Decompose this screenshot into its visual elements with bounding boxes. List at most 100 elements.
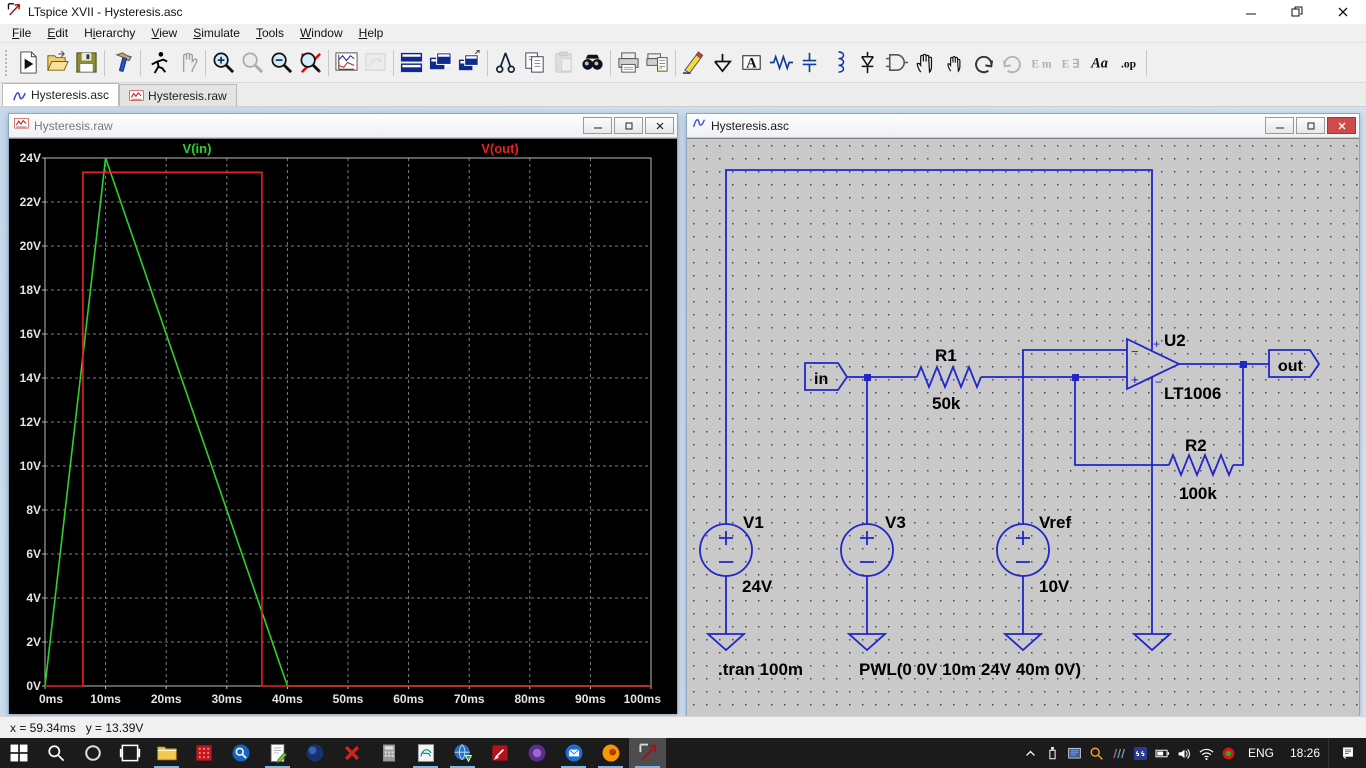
waveform-window[interactable]: Hysteresis.raw 0V 2V 4V 6V 8V 10V 12V 14V 16V 18V…	[8, 113, 678, 714]
taskbar-blue-search-app-icon[interactable]	[222, 738, 259, 768]
trace-label-V(in)[interactable]: V(in)	[183, 141, 212, 156]
ground-button[interactable]	[708, 48, 737, 78]
v3-name[interactable]: V3	[885, 513, 906, 532]
schematic-canvas[interactable]: R1 50k R2 100k U2 LT1006 V1 24V V3 Vref …	[687, 139, 1359, 716]
menu-help[interactable]: Help	[351, 25, 392, 41]
drag-button[interactable]	[940, 48, 969, 78]
waveform-plot-area[interactable]: 0V 2V 4V 6V 8V 10V 12V 14V 16V 18V 20V 22V 24V 0ms 10m…	[9, 138, 677, 714]
vref-value[interactable]: 10V	[1039, 577, 1070, 596]
tray-chevron-up-icon[interactable]	[1020, 745, 1042, 762]
port-in-label[interactable]: in	[814, 371, 828, 388]
taskbar-search-icon[interactable]	[37, 738, 74, 768]
tray-quotes-app-icon[interactable]	[1130, 745, 1152, 762]
r1-name[interactable]: R1	[935, 346, 957, 365]
taskbar-red-pencil-app-icon[interactable]	[481, 738, 518, 768]
wire-button[interactable]	[679, 48, 708, 78]
vref-name[interactable]: Vref	[1039, 513, 1071, 532]
open-file-button[interactable]	[43, 48, 72, 78]
cascade-windows-button[interactable]	[426, 48, 455, 78]
zoom-fit-button[interactable]	[296, 48, 325, 78]
move-button[interactable]	[911, 48, 940, 78]
find-button[interactable]	[578, 48, 607, 78]
taskbar-cortana-icon[interactable]	[74, 738, 111, 768]
inductor-button[interactable]	[824, 48, 853, 78]
tile-windows-button[interactable]	[397, 48, 426, 78]
tray-battery-icon[interactable]	[1152, 745, 1174, 762]
toolbar-grip[interactable]	[5, 49, 11, 76]
port-out-label[interactable]: out	[1278, 358, 1304, 375]
notification-center-icon[interactable]	[1328, 738, 1366, 768]
tray-search-orange-icon[interactable]	[1086, 745, 1108, 762]
menu-view[interactable]: View	[143, 25, 185, 41]
directive-tran[interactable]: .tran 100m	[718, 660, 803, 679]
tray-usb-icon[interactable]	[1042, 745, 1064, 762]
component-button[interactable]	[882, 48, 911, 78]
cut-button[interactable]	[491, 48, 520, 78]
control-panel-button[interactable]	[108, 48, 137, 78]
resistor-button[interactable]	[766, 48, 795, 78]
menu-tools[interactable]: Tools	[248, 25, 292, 41]
print-preview-button[interactable]	[643, 48, 672, 78]
r2-name[interactable]: R2	[1185, 436, 1207, 455]
restore-button[interactable]	[1274, 0, 1320, 24]
schematic-canvas-area[interactable]: R1 50k R2 100k U2 LT1006 V1 24V V3 Vref …	[687, 138, 1359, 716]
close-button[interactable]	[1320, 0, 1366, 24]
taskbar-task-view-icon[interactable]	[111, 738, 148, 768]
taskbar-file-explorer-icon[interactable]	[148, 738, 185, 768]
taskbar-red-x-app-icon[interactable]	[333, 738, 370, 768]
tray-volume-icon[interactable]	[1174, 745, 1196, 762]
tray-wifi-icon[interactable]	[1196, 745, 1218, 762]
taskbar-start-button[interactable]	[0, 738, 37, 768]
zoom-in-button[interactable]	[209, 48, 238, 78]
plot-background[interactable]	[9, 139, 677, 714]
run-button[interactable]	[144, 48, 173, 78]
taskbar-purple-app-icon[interactable]	[518, 738, 555, 768]
schematic-restore-button[interactable]	[1296, 117, 1325, 134]
menu-window[interactable]: Window	[292, 25, 351, 41]
tab-hysteresis-asc[interactable]: Hysteresis.asc	[2, 83, 120, 106]
menu-edit[interactable]: Edit	[39, 25, 76, 41]
taskbar-calculator-app-icon[interactable]	[370, 738, 407, 768]
taskbar-sphere-app-icon[interactable]	[296, 738, 333, 768]
spice-directive-button[interactable]: .op	[1114, 48, 1143, 78]
taskbar-globe-app-icon[interactable]	[444, 738, 481, 768]
copy-button[interactable]	[520, 48, 549, 78]
schematic-window-titlebar[interactable]: Hysteresis.asc	[687, 114, 1359, 138]
schematic-window[interactable]: Hysteresis.asc R1 50k R2 100k U2 LT1006 …	[686, 113, 1360, 716]
capacitor-button[interactable]	[795, 48, 824, 78]
menu-simulate[interactable]: Simulate	[185, 25, 248, 41]
menu-hierarchy[interactable]: Hierarchy	[76, 25, 143, 41]
net-label-button[interactable]: A	[737, 48, 766, 78]
tray-av-status-icon[interactable]	[1218, 745, 1240, 762]
autorange-waveform-button[interactable]	[332, 48, 361, 78]
minimize-button[interactable]	[1228, 0, 1274, 24]
waveform-minimize-button[interactable]	[583, 117, 612, 134]
waveform-close-button[interactable]	[645, 117, 674, 134]
opamp-name[interactable]: U2	[1164, 331, 1186, 350]
schematic-minimize-button[interactable]	[1265, 117, 1294, 134]
undo-button[interactable]	[969, 48, 998, 78]
trace-label-V(out)[interactable]: V(out)	[481, 141, 519, 156]
directive-pwl[interactable]: PWL(0 0V 10m 24V 40m 0V)	[859, 660, 1081, 679]
tray-window-icon[interactable]	[1064, 745, 1086, 762]
waveform-window-titlebar[interactable]: Hysteresis.raw	[9, 114, 677, 138]
schematic-close-button[interactable]	[1327, 117, 1356, 134]
taskbar-ltspice-icon[interactable]	[629, 738, 666, 768]
text-tool-button[interactable]: Aa	[1085, 48, 1114, 78]
taskbar-dotted-grid-app-icon[interactable]	[185, 738, 222, 768]
opamp-model[interactable]: LT1006	[1164, 384, 1221, 403]
waveform-plot[interactable]: 0V 2V 4V 6V 8V 10V 12V 14V 16V 18V 20V 22V 24V 0ms 10m…	[9, 139, 677, 714]
waveform-restore-button[interactable]	[614, 117, 643, 134]
cascade-new-window-button[interactable]	[455, 48, 484, 78]
taskbar-notepad-app-icon[interactable]	[259, 738, 296, 768]
v1-name[interactable]: V1	[743, 513, 764, 532]
taskbar-mail-app-icon[interactable]	[555, 738, 592, 768]
print-button[interactable]	[614, 48, 643, 78]
new-schematic-button[interactable]	[14, 48, 43, 78]
zoom-out-button[interactable]	[267, 48, 296, 78]
menu-file[interactable]: File	[4, 25, 39, 41]
tab-hysteresis-raw[interactable]: Hysteresis.raw	[119, 84, 237, 106]
language-indicator[interactable]: ENG	[1240, 746, 1282, 760]
tray-activity-bars-icon[interactable]	[1108, 745, 1130, 762]
clock[interactable]: 18:26	[1282, 746, 1328, 760]
